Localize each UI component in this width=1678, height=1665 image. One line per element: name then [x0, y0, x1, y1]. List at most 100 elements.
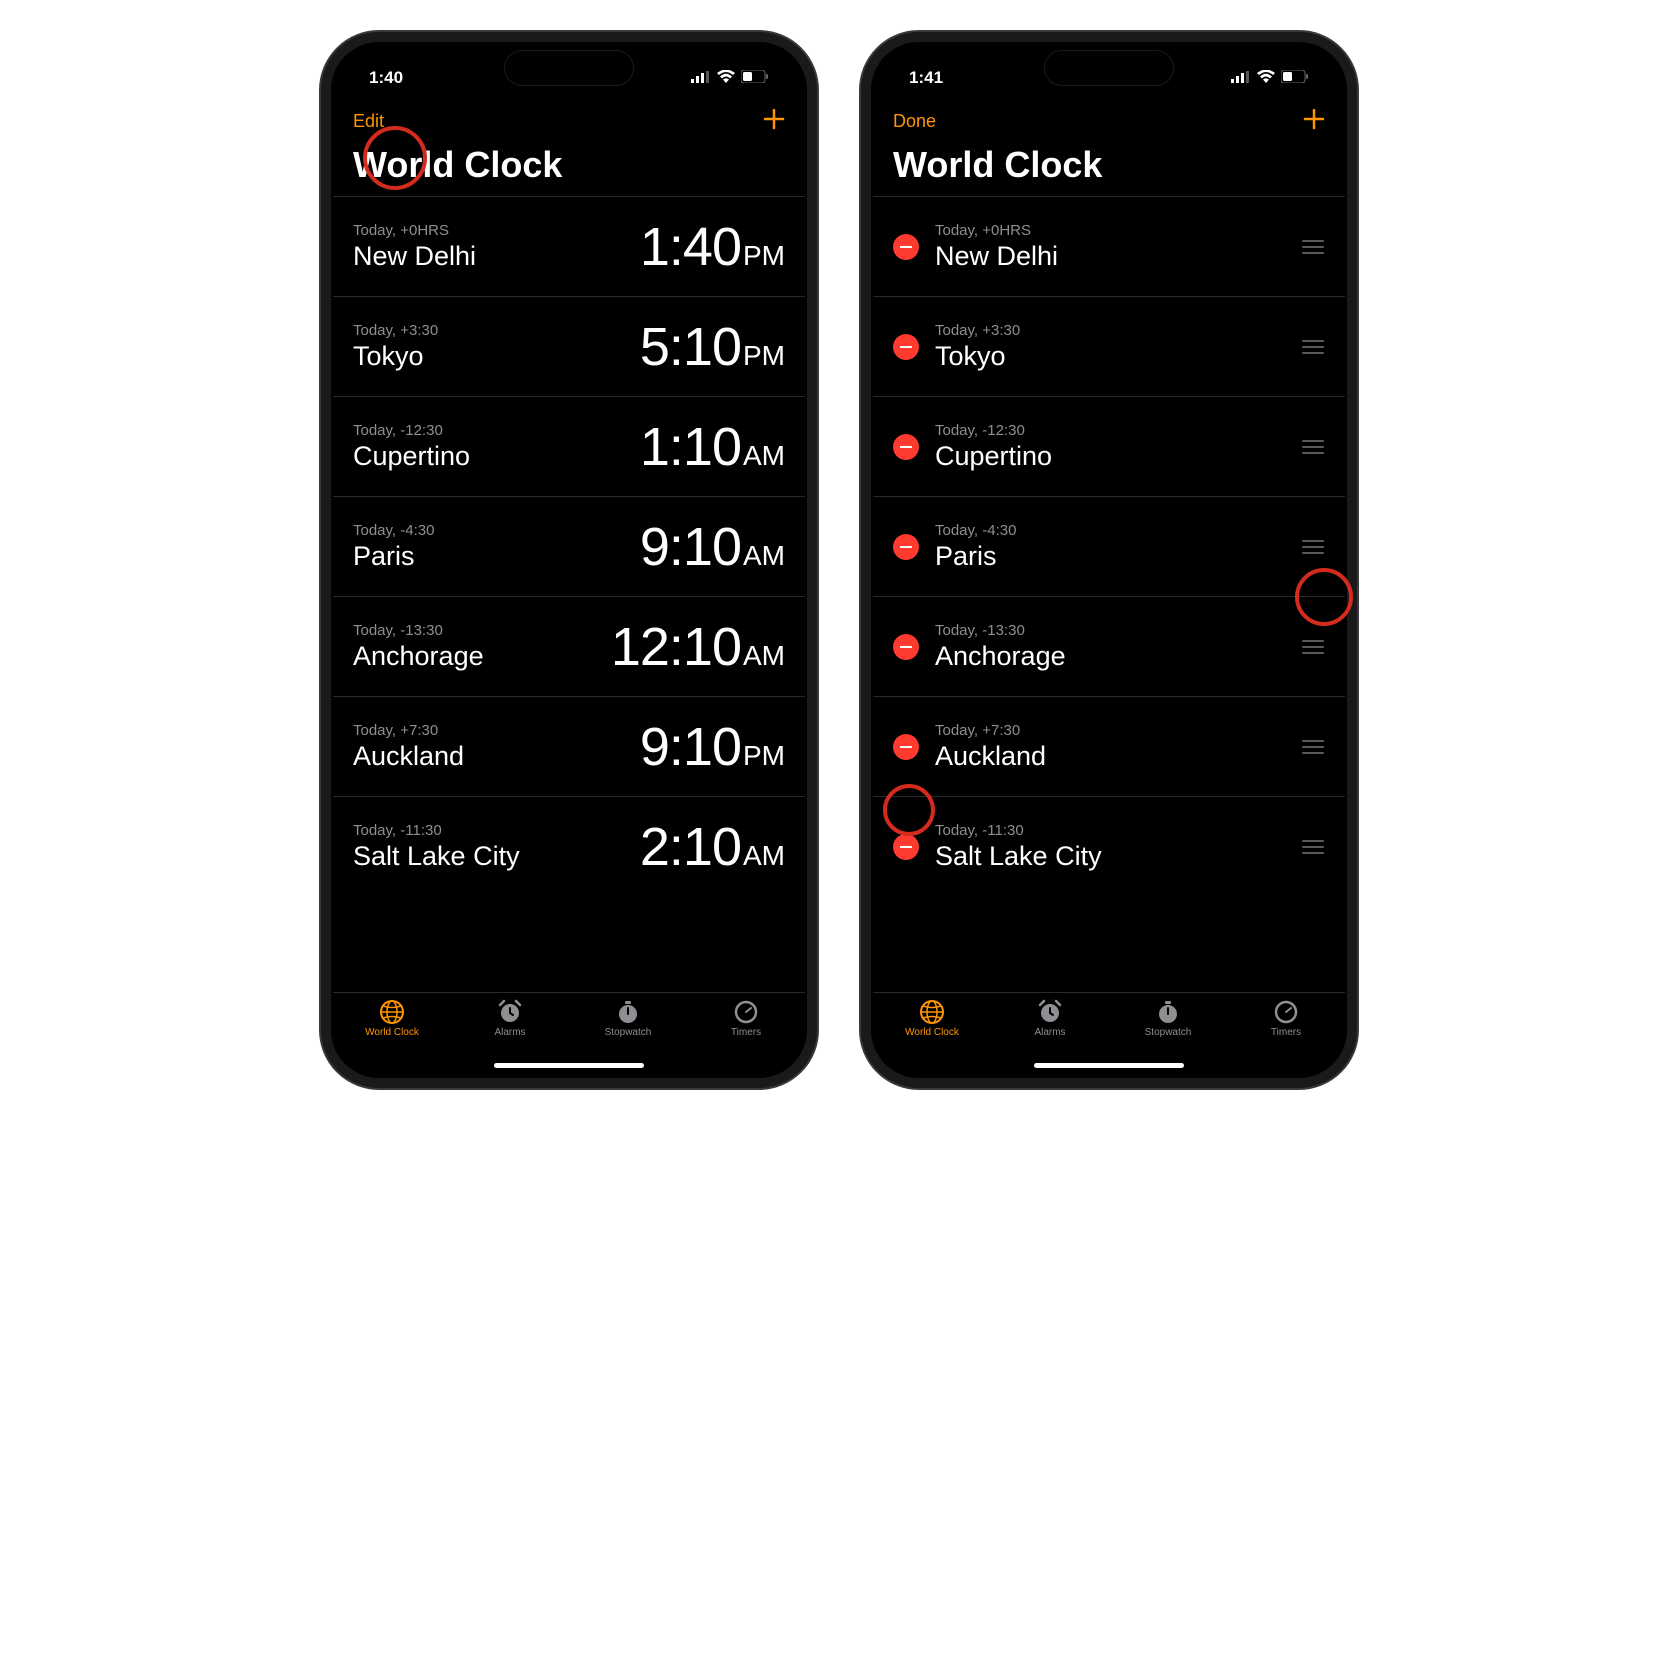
drag-handle-icon[interactable]	[1301, 840, 1325, 854]
battery-icon	[741, 68, 769, 88]
clock-offset: Today, -11:30	[935, 822, 1289, 839]
battery-icon	[1281, 68, 1309, 88]
timer-icon	[1272, 999, 1300, 1025]
delete-button[interactable]	[893, 634, 919, 660]
clock-time: 12:10AM	[611, 616, 785, 678]
tab-label: Stopwatch	[605, 1027, 652, 1038]
clock-time: 9:10PM	[640, 716, 785, 778]
dynamic-island	[504, 50, 634, 86]
drag-handle-icon[interactable]	[1301, 540, 1325, 554]
clock-row-edit: Today, +0HRS New Delhi	[873, 196, 1345, 296]
stopwatch-icon	[1154, 999, 1182, 1025]
clock-row[interactable]: Today, -4:30 Paris 9:10AM	[333, 496, 805, 596]
delete-button[interactable]	[893, 734, 919, 760]
clock-time: 2:10AM	[640, 816, 785, 878]
clock-row[interactable]: Today, +0HRS New Delhi 1:40PM	[333, 196, 805, 296]
drag-handle-icon[interactable]	[1301, 340, 1325, 354]
delete-button[interactable]	[893, 334, 919, 360]
tab-label: Timers	[1271, 1027, 1301, 1038]
clock-city: Salt Lake City	[353, 841, 640, 872]
clock-time: 9:10AM	[640, 516, 785, 578]
phone-right: 1:41 Done World Clock Today	[859, 30, 1359, 1090]
delete-button[interactable]	[893, 434, 919, 460]
drag-handle-icon[interactable]	[1301, 640, 1325, 654]
clock-row[interactable]: Today, +7:30 Auckland 9:10PM	[333, 696, 805, 796]
clock-offset: Today, -12:30	[353, 422, 640, 439]
clock-offset: Today, +3:30	[353, 322, 640, 339]
status-time: 1:40	[369, 68, 403, 88]
page-title: World Clock	[873, 142, 1345, 196]
clock-row[interactable]: Today, -12:30 Cupertino 1:10AM	[333, 396, 805, 496]
globe-icon	[378, 999, 406, 1025]
tab-label: Timers	[731, 1027, 761, 1038]
delete-button[interactable]	[893, 534, 919, 560]
clock-row-edit: Today, -12:30 Cupertino	[873, 396, 1345, 496]
clock-offset: Today, +7:30	[935, 722, 1289, 739]
tab-label: Stopwatch	[1145, 1027, 1192, 1038]
nav-bar: Edit	[333, 98, 805, 142]
drag-handle-icon[interactable]	[1301, 740, 1325, 754]
clock-offset: Today, -4:30	[935, 522, 1289, 539]
tab-label: Alarms	[494, 1027, 525, 1038]
tab-timers[interactable]: Timers	[1227, 999, 1345, 1076]
clock-row[interactable]: Today, -13:30 Anchorage 12:10AM	[333, 596, 805, 696]
clock-offset: Today, -12:30	[935, 422, 1289, 439]
tab-world-clock[interactable]: World Clock	[873, 999, 991, 1076]
alarm-icon	[496, 999, 524, 1025]
world-clock-list-edit: Today, +0HRS New Delhi Today, +3:30 Toky…	[873, 196, 1345, 992]
clock-city: New Delhi	[353, 241, 640, 272]
clock-row-edit: Today, +3:30 Tokyo	[873, 296, 1345, 396]
delete-button[interactable]	[893, 834, 919, 860]
clock-time: 1:10AM	[640, 416, 785, 478]
cellular-icon	[691, 68, 711, 88]
home-indicator[interactable]	[494, 1063, 644, 1068]
tab-timers[interactable]: Timers	[687, 999, 805, 1076]
clock-city: New Delhi	[935, 241, 1289, 272]
tab-label: World Clock	[905, 1027, 959, 1038]
clock-city: Auckland	[935, 741, 1289, 772]
dynamic-island	[1044, 50, 1174, 86]
edit-button[interactable]: Edit	[353, 111, 384, 132]
clock-time: 1:40PM	[640, 216, 785, 278]
tab-world-clock[interactable]: World Clock	[333, 999, 451, 1076]
clock-offset: Today, -4:30	[353, 522, 640, 539]
clock-row-edit: Today, -4:30 Paris	[873, 496, 1345, 596]
cellular-icon	[1231, 68, 1251, 88]
wifi-icon	[717, 68, 735, 88]
plus-icon	[1303, 108, 1325, 130]
nav-bar: Done	[873, 98, 1345, 142]
clock-row[interactable]: Today, +3:30 Tokyo 5:10PM	[333, 296, 805, 396]
clock-city: Cupertino	[935, 441, 1289, 472]
drag-handle-icon[interactable]	[1301, 240, 1325, 254]
clock-offset: Today, -11:30	[353, 822, 640, 839]
clock-city: Paris	[353, 541, 640, 572]
status-time: 1:41	[909, 68, 943, 88]
clock-offset: Today, +0HRS	[935, 222, 1289, 239]
stopwatch-icon	[614, 999, 642, 1025]
tab-label: World Clock	[365, 1027, 419, 1038]
add-button[interactable]	[763, 104, 785, 138]
clock-city: Anchorage	[935, 641, 1289, 672]
home-indicator[interactable]	[1034, 1063, 1184, 1068]
done-button[interactable]: Done	[893, 111, 936, 132]
world-clock-list: Today, +0HRS New Delhi 1:40PM Today, +3:…	[333, 196, 805, 992]
clock-city: Tokyo	[935, 341, 1289, 372]
clock-time: 5:10PM	[640, 316, 785, 378]
clock-offset: Today, +3:30	[935, 322, 1289, 339]
delete-button[interactable]	[893, 234, 919, 260]
clock-city: Paris	[935, 541, 1289, 572]
page-title: World Clock	[333, 142, 805, 196]
tab-label: Alarms	[1034, 1027, 1065, 1038]
alarm-icon	[1036, 999, 1064, 1025]
globe-icon	[918, 999, 946, 1025]
clock-offset: Today, -13:30	[353, 622, 611, 639]
phone-left: 1:40 Edit World Clock Today, +0H	[319, 30, 819, 1090]
clock-row[interactable]: Today, -11:30 Salt Lake City 2:10AM	[333, 796, 805, 896]
add-button[interactable]	[1303, 104, 1325, 138]
clock-row-edit: Today, -13:30 Anchorage	[873, 596, 1345, 696]
drag-handle-icon[interactable]	[1301, 440, 1325, 454]
clock-city: Anchorage	[353, 641, 611, 672]
clock-row-edit: Today, +7:30 Auckland	[873, 696, 1345, 796]
plus-icon	[763, 108, 785, 130]
clock-offset: Today, +7:30	[353, 722, 640, 739]
